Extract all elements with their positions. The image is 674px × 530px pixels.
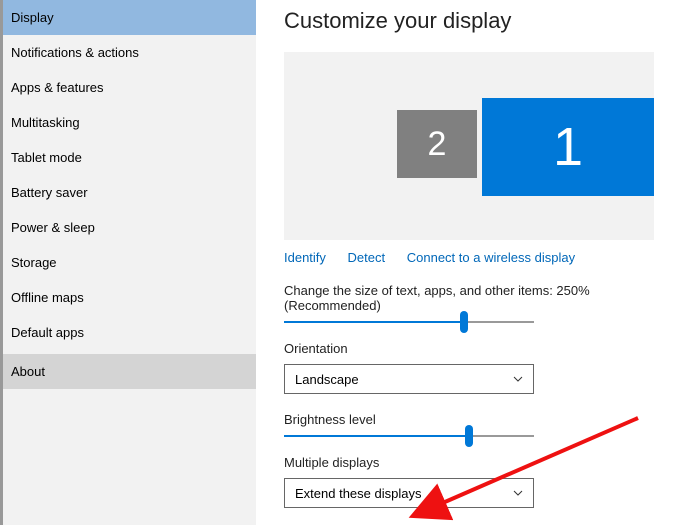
sidebar-item-storage[interactable]: Storage (3, 245, 256, 280)
orientation-value: Landscape (295, 372, 359, 387)
identify-link[interactable]: Identify (284, 250, 326, 265)
sidebar: DisplayNotifications & actionsApps & fea… (0, 0, 256, 525)
main-panel: Customize your display 2 1 Identify Dete… (256, 0, 674, 525)
slider-thumb[interactable] (465, 425, 473, 447)
sidebar-item-default-apps[interactable]: Default apps (3, 315, 256, 350)
sidebar-item-battery-saver[interactable]: Battery saver (3, 175, 256, 210)
detect-link[interactable]: Detect (348, 250, 386, 265)
sidebar-item-offline-maps[interactable]: Offline maps (3, 280, 256, 315)
scale-label: Change the size of text, apps, and other… (284, 283, 674, 313)
scale-slider[interactable] (284, 321, 534, 323)
monitor-1[interactable]: 1 (482, 98, 654, 196)
sidebar-item-display[interactable]: Display (3, 0, 256, 35)
sidebar-item-apps-features[interactable]: Apps & features (3, 70, 256, 105)
display-links: Identify Detect Connect to a wireless di… (284, 250, 674, 265)
multiple-displays-dropdown[interactable]: Extend these displays (284, 478, 534, 508)
chevron-down-icon (513, 488, 523, 498)
orientation-dropdown[interactable]: Landscape (284, 364, 534, 394)
orientation-label: Orientation (284, 341, 674, 356)
multiple-displays-value: Extend these displays (295, 486, 421, 501)
brightness-label: Brightness level (284, 412, 674, 427)
multiple-displays-label: Multiple displays (284, 455, 674, 470)
sidebar-item-about[interactable]: About (3, 354, 256, 389)
monitor-2[interactable]: 2 (397, 110, 477, 178)
connect-wireless-link[interactable]: Connect to a wireless display (407, 250, 575, 265)
sidebar-item-multitasking[interactable]: Multitasking (3, 105, 256, 140)
page-title: Customize your display (284, 8, 674, 34)
display-preview: 2 1 (284, 52, 654, 240)
sidebar-item-notifications-actions[interactable]: Notifications & actions (3, 35, 256, 70)
chevron-down-icon (513, 374, 523, 384)
slider-thumb[interactable] (460, 311, 468, 333)
sidebar-item-power-sleep[interactable]: Power & sleep (3, 210, 256, 245)
brightness-slider[interactable] (284, 435, 534, 437)
sidebar-item-tablet-mode[interactable]: Tablet mode (3, 140, 256, 175)
